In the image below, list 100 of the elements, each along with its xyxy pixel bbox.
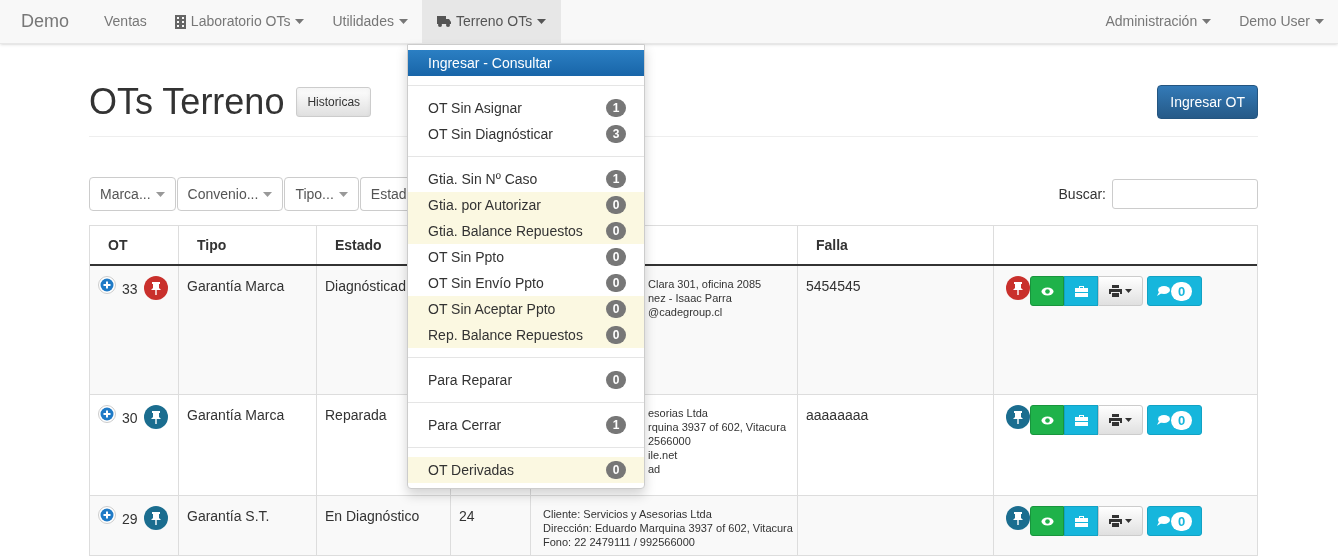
- filter-dropdown[interactable]: Convenio...: [176, 177, 284, 211]
- detail-line: Clara 301, oficina 2085: [648, 277, 763, 291]
- search-label: Buscar:: [1058, 184, 1106, 204]
- dropdown-menu-item[interactable]: Para Cerrar 1: [408, 412, 644, 438]
- comment-count: 0: [1170, 410, 1193, 430]
- column-header: Estado: [335, 235, 382, 255]
- truck-icon: [436, 16, 451, 27]
- dropdown-menu-item[interactable]: OT Sin Envío Ppto 0: [408, 270, 644, 296]
- caret-icon: [1202, 19, 1212, 24]
- table-cell: Garantía S.T.: [187, 508, 270, 524]
- pin-icon[interactable]: [143, 506, 168, 530]
- dropdown-menu-item[interactable]: Gtia. Balance Repuestos 0: [408, 218, 644, 244]
- pin-icon[interactable]: [143, 276, 168, 300]
- dropdown-menu-item[interactable]: OT Sin Diagnósticar 3: [408, 121, 644, 147]
- expand-icon[interactable]: [98, 276, 116, 294]
- brand-link[interactable]: Demo: [0, 0, 90, 43]
- historicas-button[interactable]: Historicas: [296, 87, 372, 117]
- count-badge: 0: [606, 371, 626, 389]
- speech-bubble-icon: [1156, 516, 1170, 526]
- eye-icon: [1040, 286, 1054, 296]
- briefcase-button[interactable]: [1064, 506, 1098, 536]
- count-badge: 0: [606, 196, 626, 214]
- table-cell: Diagnósticad: [325, 278, 406, 294]
- printer-icon: [1109, 414, 1122, 426]
- pin-icon[interactable]: [1006, 405, 1030, 429]
- caret-icon: [263, 191, 273, 197]
- column-header: Tipo: [197, 235, 227, 255]
- page-title: OTs Terreno: [89, 84, 285, 120]
- view-button[interactable]: [1030, 405, 1064, 435]
- nav-menu-item[interactable]: Utilidades: [318, 0, 422, 43]
- caret-icon: [1125, 289, 1132, 293]
- count-badge: 3: [606, 125, 626, 143]
- pin-icon[interactable]: [1006, 506, 1030, 530]
- nav-menu-item[interactable]: Terreno OTs: [421, 0, 562, 43]
- briefcase-button[interactable]: [1064, 405, 1098, 435]
- eye-icon: [1040, 415, 1054, 425]
- ot-number: 29: [122, 510, 138, 529]
- table-cell: Garantía Marca: [187, 407, 285, 423]
- pin-icon[interactable]: [1006, 276, 1030, 300]
- detail-line: rquina 3937 of 602, Vitacura: [648, 420, 787, 434]
- filter-dropdown[interactable]: Estad: [359, 177, 409, 211]
- detail-line: @cadegroup.cl: [648, 305, 724, 319]
- detail-line: 2566000: [648, 434, 692, 448]
- briefcase-button[interactable]: [1064, 276, 1098, 306]
- expand-icon[interactable]: [98, 405, 116, 423]
- count-badge: 0: [606, 248, 626, 266]
- print-button[interactable]: [1098, 405, 1143, 435]
- caret-icon: [338, 191, 348, 197]
- count-badge: 1: [606, 170, 626, 188]
- pin-icon[interactable]: [143, 405, 168, 429]
- view-button[interactable]: [1030, 276, 1064, 306]
- caret-icon: [295, 19, 305, 24]
- search-field[interactable]: [1112, 179, 1258, 209]
- detail-line: Cliente: Servicios y Asesorias Ltda: [543, 507, 713, 521]
- speech-bubble-icon: [1156, 415, 1170, 425]
- table-cell: 24: [459, 508, 475, 524]
- caret-icon: [155, 191, 165, 197]
- dropdown-menu-item[interactable]: Rep. Balance Repuestos 0: [408, 322, 644, 348]
- view-button[interactable]: [1030, 506, 1064, 536]
- count-badge: 0: [606, 274, 626, 292]
- table-cell: Reparada: [325, 407, 387, 423]
- nav-menu-item[interactable]: Administración: [1091, 0, 1226, 43]
- dropdown-menu-item[interactable]: Para Reparar 0: [408, 367, 644, 393]
- printer-icon: [1109, 515, 1122, 527]
- detail-line: esorias Ltda: [648, 406, 709, 420]
- count-badge: 1: [606, 99, 626, 117]
- count-badge: 0: [606, 300, 626, 318]
- caret-icon: [398, 19, 408, 24]
- briefcase-icon: [1074, 515, 1088, 527]
- dropdown-menu-item[interactable]: OT Sin Aceptar Ppto 0: [408, 296, 644, 322]
- briefcase-icon: [1074, 414, 1088, 426]
- caret-icon: [1125, 418, 1132, 422]
- caret-icon: [537, 19, 547, 24]
- nav-menu-item[interactable]: Ventas: [90, 0, 161, 43]
- print-button[interactable]: [1098, 276, 1143, 306]
- detail-line: Fono: 22 2479111 / 992566000: [543, 535, 696, 549]
- count-badge: 0: [606, 461, 626, 479]
- detail-line: nez - Isaac Parra: [648, 291, 733, 305]
- filter-dropdown[interactable]: Tipo...: [284, 177, 359, 211]
- count-badge: 0: [606, 326, 626, 344]
- detail-line: ile.net: [648, 448, 679, 462]
- dropdown-menu-item[interactable]: Gtia. Sin Nº Caso 1: [408, 166, 644, 192]
- building-icon: [174, 14, 186, 29]
- expand-icon[interactable]: [98, 506, 116, 524]
- comment-count: 0: [1170, 511, 1193, 531]
- print-button[interactable]: [1098, 506, 1143, 536]
- nav-menu-item[interactable]: Laboratorio OTs: [160, 0, 319, 43]
- filter-dropdown[interactable]: Marca...: [89, 177, 176, 211]
- table-cell: 5454545: [806, 278, 861, 294]
- dropdown-menu-item[interactable]: Ingresar - Consultar: [408, 50, 644, 76]
- nav-menu-item[interactable]: Demo User: [1225, 0, 1338, 43]
- dropdown-menu-item[interactable]: OT Sin Asignar 1: [408, 95, 644, 121]
- dropdown-menu-item[interactable]: OT Derivadas 0: [408, 457, 644, 483]
- dropdown-menu-item[interactable]: Gtia. por Autorizar 0: [408, 192, 644, 218]
- ingresar-ot-button[interactable]: Ingresar OT: [1157, 85, 1258, 119]
- eye-icon: [1040, 516, 1054, 526]
- dropdown-menu-item[interactable]: OT Sin Ppto 0: [408, 244, 644, 270]
- column-header: OT: [108, 235, 128, 255]
- caret-icon: [1125, 519, 1132, 523]
- caret-icon: [1315, 19, 1324, 24]
